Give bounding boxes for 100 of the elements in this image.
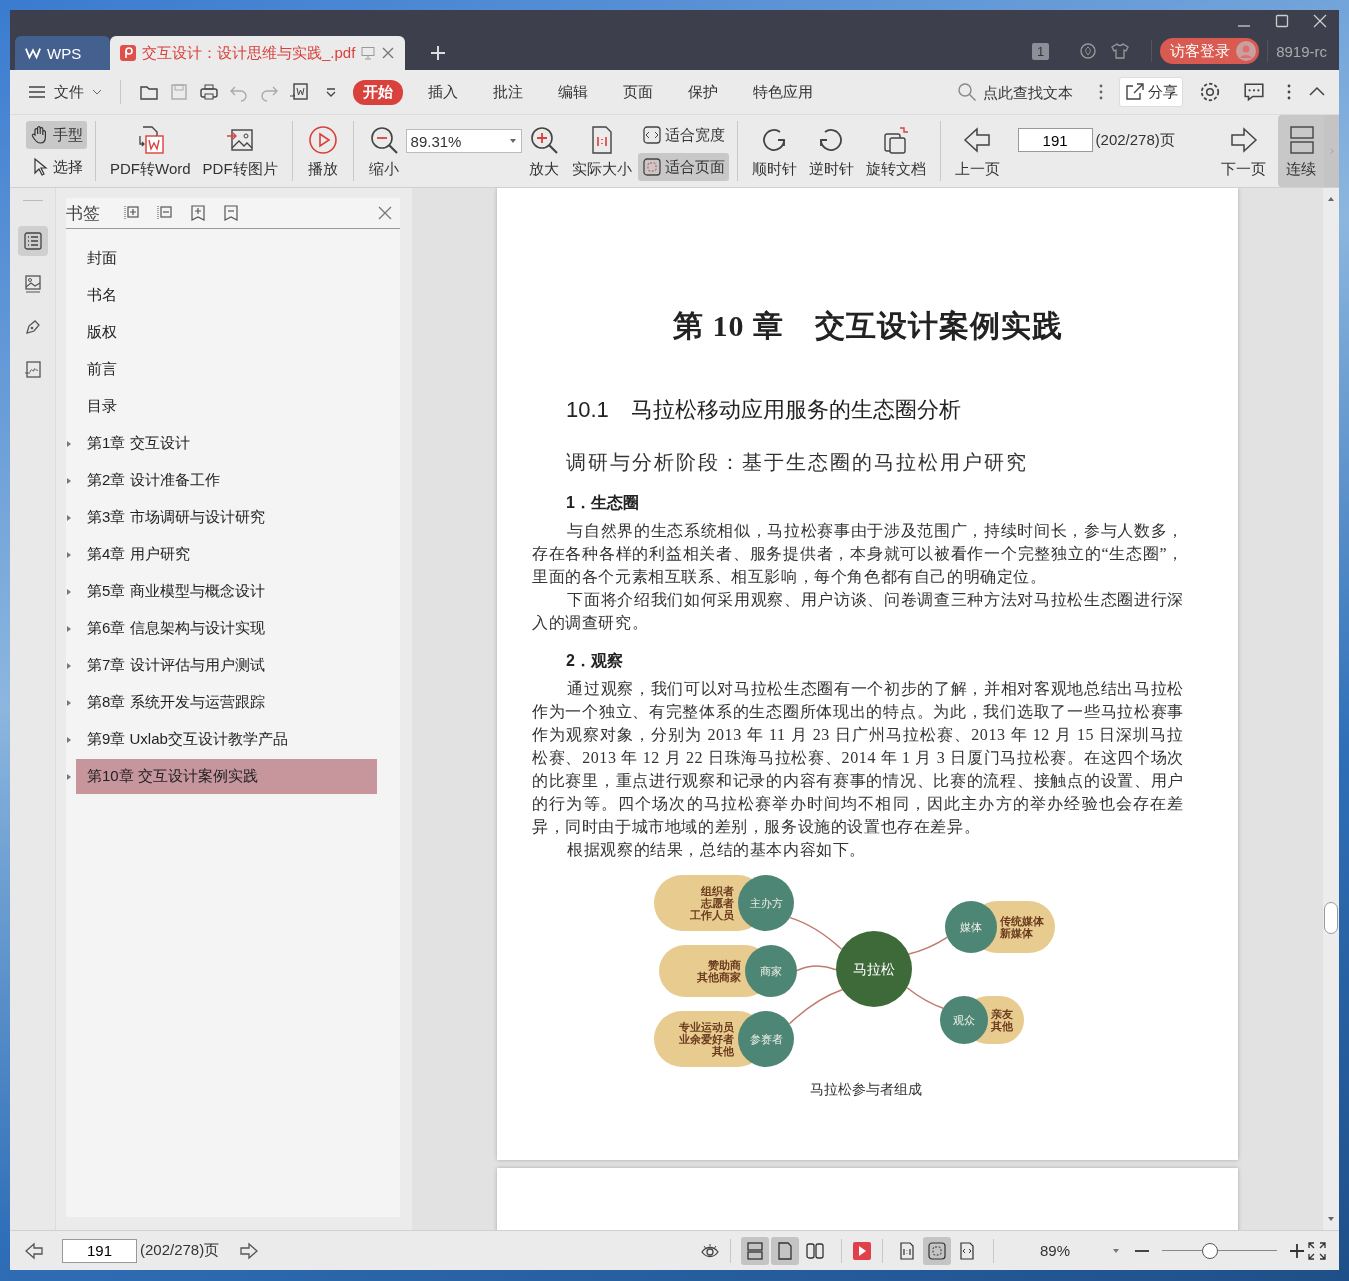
convert-button[interactable]: PDF转Word <box>104 119 197 183</box>
collapse-all-icon[interactable] <box>156 204 174 222</box>
window-count-badge[interactable]: 1 <box>1031 42 1050 60</box>
expand-all-icon[interactable] <box>123 204 141 222</box>
expand-arrow-icon[interactable] <box>66 587 72 596</box>
add-bookmark-icon[interactable] <box>189 204 207 222</box>
ribbon-tab[interactable]: 开始 <box>353 79 403 105</box>
connector-line <box>788 916 842 950</box>
expand-arrow-icon[interactable] <box>66 735 72 744</box>
pointer-tool[interactable]: 选择 <box>26 153 87 181</box>
bookmark-item[interactable]: 第6章 信息架构与设计实现 <box>76 611 377 646</box>
slider-thumb[interactable] <box>1202 1242 1219 1259</box>
bookmark-label: 第7章 设计评估与用户测试 <box>87 656 265 675</box>
fit-mode-button[interactable] <box>923 1236 951 1265</box>
bookmark-item[interactable]: 第8章 系统开发与运营跟踪 <box>76 685 377 720</box>
bookmark-item[interactable]: 第3章 市场调研与设计研究 <box>76 500 377 535</box>
view-mode-button[interactable] <box>771 1236 799 1265</box>
remove-bookmark-icon[interactable] <box>222 204 240 222</box>
document-tab[interactable]: 交互设计：设计思维与实践_.pdf <box>110 36 406 70</box>
bookmark-item[interactable]: 第4章 用户研究 <box>76 537 377 572</box>
login-button[interactable]: 访客登录 <box>1160 38 1260 64</box>
next-page-icon[interactable] <box>239 1240 260 1261</box>
bookmark-label: 第4章 用户研究 <box>87 545 190 564</box>
ribbon-tab[interactable]: 插入 <box>418 79 468 105</box>
next-page-button[interactable]: 下一页 <box>1215 119 1272 183</box>
rotate-button[interactable]: 旋转文档 <box>859 119 932 183</box>
expand-arrow-icon[interactable] <box>66 513 72 522</box>
close-icon[interactable] <box>1313 14 1327 28</box>
expand-arrow-icon[interactable] <box>66 550 72 559</box>
close-icon[interactable] <box>376 204 394 222</box>
continuous-mode-button[interactable]: 连续 <box>1278 115 1324 187</box>
ribbon-tab[interactable]: 特色应用 <box>743 79 823 105</box>
zoom-slider[interactable] <box>1162 1242 1277 1259</box>
rotate-button[interactable]: 逆时针 <box>802 119 860 183</box>
scroll-up-icon[interactable] <box>1327 196 1335 202</box>
bookmark-label: 第2章 设计准备工作 <box>87 471 220 490</box>
ribbon-tab[interactable]: 编辑 <box>548 79 598 105</box>
search-field[interactable]: 点此查找文本 <box>957 82 1083 102</box>
close-icon[interactable] <box>381 46 396 60</box>
ribbon-tab[interactable]: 页面 <box>613 79 663 105</box>
scroll-thumb[interactable] <box>1324 902 1338 934</box>
print-icon[interactable] <box>199 82 219 102</box>
rotate-button[interactable]: 顺时针 <box>745 119 803 183</box>
expand-arrow-icon[interactable] <box>66 439 72 448</box>
expand-arrow-icon[interactable] <box>66 624 72 633</box>
bookmark-item[interactable]: 第9章 Uxlab交互设计教学产品 <box>76 722 377 757</box>
bookmark-label: 版权 <box>87 323 117 342</box>
previous-page-button[interactable]: 上一页 <box>948 119 1006 183</box>
fullscreen-icon[interactable] <box>1307 1240 1327 1261</box>
expand-arrow-icon[interactable] <box>66 772 72 781</box>
bookmark-item[interactable]: 第2章 设计准备工作 <box>76 463 377 498</box>
bookmark-item[interactable]: 书名 <box>76 278 377 313</box>
document-tab[interactable]: WPS <box>15 36 110 70</box>
maximize-icon[interactable] <box>1275 14 1289 28</box>
bookmark-item[interactable]: 第5章 商业模型与概念设计 <box>76 574 377 609</box>
actual-size-button[interactable]: 实际大小 <box>565 119 638 183</box>
caret-icon[interactable] <box>325 86 337 98</box>
page-number-field[interactable]: 191 <box>62 1238 137 1263</box>
more-icon[interactable] <box>1287 83 1291 101</box>
shirt-icon[interactable] <box>1111 42 1130 60</box>
play-button[interactable]: 播放 <box>300 119 345 183</box>
share-button[interactable]: 分享 <box>1119 77 1183 107</box>
expand-arrow-icon[interactable] <box>66 661 72 670</box>
caret-icon <box>508 138 517 144</box>
page-number-field[interactable]: 191 <box>1017 128 1093 152</box>
side-panel-button[interactable] <box>17 226 48 256</box>
file-menu[interactable]: 文件 <box>28 82 102 102</box>
skin-icon[interactable] <box>1079 42 1098 60</box>
play-icon[interactable] <box>852 1240 872 1261</box>
fit-mode-button[interactable]: 适合宽度 <box>637 121 729 149</box>
bookmark-item[interactable]: 目录 <box>76 389 377 424</box>
ribbon-tab[interactable]: 批注 <box>483 79 533 105</box>
bookmark-item[interactable]: 第1章 交互设计 <box>76 426 377 461</box>
bookmark-item[interactable]: 第7章 设计评估与用户测试 <box>76 648 377 683</box>
zoom-dropdown[interactable]: 89% <box>1004 1242 1120 1259</box>
view-mode-button[interactable] <box>741 1236 769 1265</box>
zoom-in-button[interactable]: 放大 <box>521 119 566 183</box>
continuous-pages-icon <box>745 1240 765 1261</box>
bookmark-item[interactable]: 前言 <box>76 352 377 387</box>
bookmark-item[interactable]: 版权 <box>76 315 377 350</box>
bookmark-label: 第1章 交互设计 <box>87 434 190 453</box>
new-tab-icon[interactable] <box>430 45 447 61</box>
zoom-combobox[interactable]: 89.31% <box>405 129 522 153</box>
expand-arrow-icon[interactable] <box>66 476 72 485</box>
more-icon[interactable] <box>1099 83 1103 101</box>
ribbon-tab[interactable]: 保护 <box>678 79 728 105</box>
export-icon[interactable] <box>289 82 309 102</box>
pointer-tool[interactable]: 手型 <box>26 121 87 149</box>
monitor-icon[interactable] <box>361 46 376 60</box>
convert-button[interactable]: PDF转图片 <box>196 119 284 183</box>
bookmark-item[interactable]: 封面 <box>76 241 377 276</box>
scroll-down-icon[interactable] <box>1327 1216 1335 1222</box>
fit-mode-button[interactable]: 适合页面 <box>637 153 729 181</box>
category-node: 媒体 <box>944 901 997 953</box>
category-node: 主办方 <box>737 875 794 931</box>
previous-page-icon[interactable] <box>24 1240 44 1261</box>
category-node: 参赛者 <box>737 1011 794 1067</box>
share-icon <box>1124 82 1144 102</box>
expand-arrow-icon[interactable] <box>66 698 72 707</box>
zoom-out-button[interactable]: 缩小 <box>361 119 406 183</box>
